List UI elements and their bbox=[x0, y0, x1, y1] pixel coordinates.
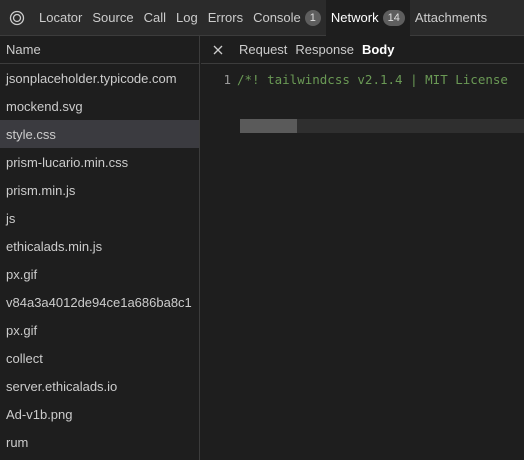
list-item[interactable]: prism.min.js bbox=[0, 176, 199, 204]
tab-label: Attachments bbox=[414, 10, 488, 25]
request-name: js bbox=[6, 210, 16, 226]
tab-label: Locator bbox=[39, 10, 83, 25]
pick-locator-button[interactable] bbox=[0, 0, 34, 36]
list-item[interactable]: jsonplaceholder.typicode.com bbox=[0, 64, 199, 92]
list-item[interactable]: px.gif bbox=[0, 260, 199, 288]
request-name: style.css bbox=[6, 126, 56, 142]
body-code-viewer[interactable]: 1 /*! tailwindcss v2.1.4 | MIT License bbox=[201, 64, 524, 460]
request-name: prism-lucario.min.css bbox=[6, 154, 129, 170]
tab-locator[interactable]: Locator bbox=[34, 0, 87, 36]
tab-label: Call bbox=[143, 10, 166, 25]
scrollbar-thumb[interactable] bbox=[240, 119, 297, 133]
tab-label: Console bbox=[253, 10, 301, 25]
request-name: rum bbox=[6, 434, 29, 450]
tab-log[interactable]: Log bbox=[171, 0, 203, 36]
request-name: prism.min.js bbox=[6, 182, 76, 198]
list-item[interactable]: js bbox=[0, 204, 199, 232]
list-item[interactable]: px.gif bbox=[0, 316, 199, 344]
tab-label: Log bbox=[175, 10, 198, 25]
console-count-badge: 1 bbox=[304, 9, 321, 26]
tab-label: Network bbox=[330, 10, 379, 25]
tab-label: Errors bbox=[207, 10, 244, 25]
request-name: px.gif bbox=[6, 322, 38, 338]
devtools-tab-bar: Locator Source Call Log Errors Console 1… bbox=[0, 0, 524, 36]
tab-call[interactable]: Call bbox=[139, 0, 171, 36]
request-detail-pane: Request Response Body 1 /*! tailwindcss … bbox=[201, 36, 524, 460]
code-line: 1 /*! tailwindcss v2.1.4 | MIT License bbox=[201, 70, 508, 88]
code-comment-text: /*! tailwindcss v2.1.4 | MIT License bbox=[237, 71, 508, 87]
list-item[interactable]: ethicalads.min.js bbox=[0, 232, 199, 260]
request-name: collect bbox=[6, 350, 43, 366]
column-header-label: Name bbox=[6, 42, 41, 57]
list-item[interactable]: mockend.svg bbox=[0, 92, 199, 120]
tab-network[interactable]: Network 14 bbox=[325, 0, 410, 36]
request-name: mockend.svg bbox=[6, 98, 83, 114]
name-column-header[interactable]: Name bbox=[0, 36, 199, 64]
request-name: v84a3a4012de94ce1a686ba8c1 bbox=[6, 294, 192, 310]
request-name: px.gif bbox=[6, 266, 38, 282]
request-name: server.ethicalads.io bbox=[6, 378, 118, 394]
request-name: Ad-v1b.png bbox=[6, 406, 73, 422]
list-item[interactable]: rum bbox=[0, 428, 199, 456]
tab-label: Source bbox=[92, 10, 134, 25]
close-detail-button[interactable] bbox=[201, 36, 235, 64]
list-item[interactable]: server.ethicalads.io bbox=[0, 372, 199, 400]
list-item[interactable]: collect bbox=[0, 344, 199, 372]
tab-body[interactable]: Body bbox=[358, 42, 399, 57]
request-name: ethicalads.min.js bbox=[6, 238, 103, 254]
list-item[interactable]: Ad-v1b.png bbox=[0, 400, 199, 428]
list-item[interactable]: v84a3a4012de94ce1a686ba8c1 bbox=[0, 288, 199, 316]
network-count-badge: 14 bbox=[382, 9, 405, 26]
target-circle-icon bbox=[9, 10, 25, 25]
tab-request[interactable]: Request bbox=[235, 42, 291, 57]
line-number: 1 bbox=[223, 71, 231, 87]
tab-errors[interactable]: Errors bbox=[203, 0, 248, 36]
horizontal-scrollbar[interactable] bbox=[240, 119, 524, 133]
tab-attachments[interactable]: Attachments bbox=[410, 0, 492, 36]
list-item-selected[interactable]: style.css bbox=[0, 120, 199, 148]
list-item[interactable]: prism-lucario.min.css bbox=[0, 148, 199, 176]
tab-console[interactable]: Console 1 bbox=[248, 0, 326, 36]
network-request-list: Name jsonplaceholder.typicode.com mocken… bbox=[0, 36, 200, 460]
tab-response[interactable]: Response bbox=[291, 42, 358, 57]
close-icon bbox=[213, 45, 223, 54]
detail-tab-bar: Request Response Body bbox=[201, 36, 524, 64]
tab-source[interactable]: Source bbox=[87, 0, 138, 36]
request-name: jsonplaceholder.typicode.com bbox=[6, 70, 177, 86]
